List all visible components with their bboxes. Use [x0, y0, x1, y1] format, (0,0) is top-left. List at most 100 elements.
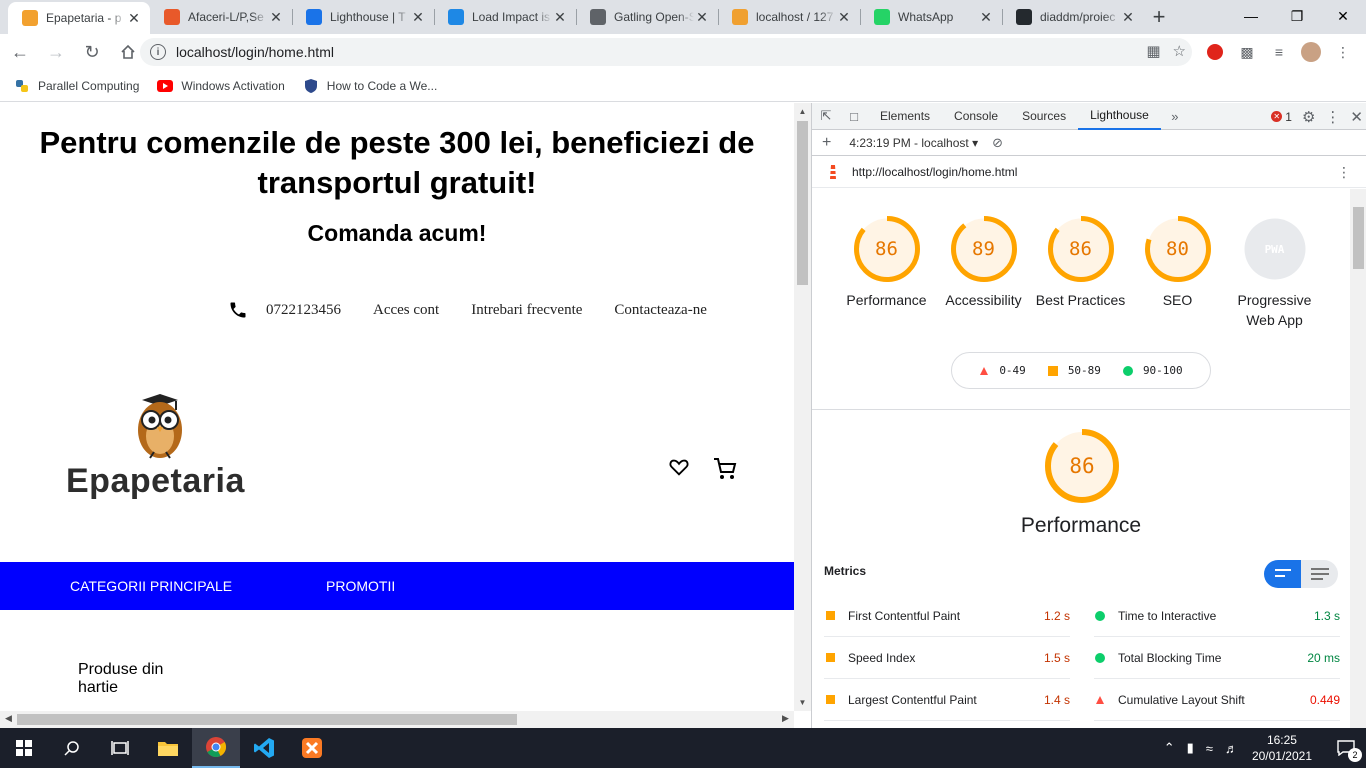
- compact-view-icon[interactable]: [1264, 560, 1301, 588]
- page-vertical-scrollbar[interactable]: ▲ ▼: [794, 103, 811, 711]
- back-button[interactable]: ←: [4, 36, 36, 68]
- section-divider: [812, 409, 1350, 410]
- phone-number: 0722123456: [266, 301, 341, 318]
- media-queue-icon[interactable]: ≡: [1268, 41, 1290, 63]
- page-scroll-thumb[interactable]: [797, 121, 808, 285]
- new-report-plus-icon[interactable]: +: [822, 134, 831, 152]
- devtools-scrollbar[interactable]: [1350, 189, 1366, 728]
- browser-tab[interactable]: diaddm/proiec ✕: [1002, 0, 1144, 34]
- devtools-menu-kebab-icon[interactable]: ⋮: [1325, 108, 1340, 126]
- profile-avatar[interactable]: [1300, 41, 1322, 63]
- forward-button[interactable]: →: [40, 36, 72, 68]
- tab-close-icon[interactable]: ✕: [126, 10, 142, 27]
- category-main-link[interactable]: CATEGORII PRINCIPALE: [70, 578, 232, 594]
- tab-close-icon[interactable]: ✕: [978, 9, 994, 26]
- devtools-tab-sources[interactable]: Sources: [1010, 103, 1078, 130]
- nav-contact-link[interactable]: Contacteaza-ne: [614, 302, 706, 319]
- devtools-scroll-thumb[interactable]: [1353, 207, 1364, 269]
- site-logo[interactable]: Epapetaria: [66, 390, 256, 500]
- devtools-tabbar: ⇱ □ Elements Console Sources Lighthouse …: [812, 103, 1366, 130]
- adblock-icon[interactable]: [1204, 41, 1226, 63]
- tab-close-icon[interactable]: ✕: [410, 9, 426, 26]
- minimize-button[interactable]: —: [1228, 0, 1274, 32]
- scroll-down-arrow[interactable]: ▼: [794, 698, 811, 707]
- reload-button[interactable]: ↻: [76, 36, 108, 68]
- report-selector[interactable]: 4:23:19 PM - localhost ▾: [849, 136, 978, 150]
- browser-tab[interactable]: Lighthouse | T ✕: [292, 0, 434, 34]
- category-promo-link[interactable]: PROMOTII: [326, 578, 395, 594]
- battery-icon[interactable]: ▮: [1187, 740, 1194, 756]
- nav-account-link[interactable]: Acces cont: [373, 302, 439, 319]
- more-tabs-icon[interactable]: »: [1161, 103, 1189, 130]
- tab-close-icon[interactable]: ✕: [552, 9, 568, 26]
- tab-close-icon[interactable]: ✕: [268, 9, 284, 26]
- browser-tab[interactable]: localhost / 127 ✕: [718, 0, 860, 34]
- restore-button[interactable]: ❐: [1274, 0, 1320, 32]
- bookmark-how-to-code[interactable]: How to Code a We...: [303, 78, 437, 94]
- report-menu-kebab-icon[interactable]: ⋮: [1337, 164, 1351, 181]
- browser-tab[interactable]: Load Impact is ✕: [434, 0, 576, 34]
- devtools-tab-lighthouse[interactable]: Lighthouse: [1078, 103, 1161, 130]
- devtools-tab-console[interactable]: Console: [942, 103, 1010, 130]
- bookmark-windows-activation[interactable]: Windows Activation: [157, 78, 285, 94]
- cart-icon[interactable]: [712, 456, 738, 482]
- vscode-taskbar-button[interactable]: [240, 728, 288, 768]
- bookmark-star-icon[interactable]: ☆: [1173, 42, 1186, 60]
- device-toolbar-icon[interactable]: □: [840, 103, 868, 130]
- xampp-taskbar-button[interactable]: [288, 728, 336, 768]
- score-gauge[interactable]: PWA Progressive Web App: [1226, 189, 1323, 330]
- new-tab-button[interactable]: +: [1144, 0, 1174, 34]
- notifications-button[interactable]: 2: [1326, 728, 1366, 768]
- address-bar[interactable]: i localhost/login/home.html ▦ ☆: [140, 38, 1192, 66]
- scroll-left-arrow[interactable]: ◀: [5, 713, 12, 724]
- score-gauge[interactable]: 89 Accessibility: [935, 189, 1032, 330]
- start-button[interactable]: [0, 728, 48, 768]
- metrics-view-toggle[interactable]: [1264, 560, 1338, 588]
- file-explorer-button[interactable]: [144, 728, 192, 768]
- extensions-puzzle-icon[interactable]: ▩: [1236, 41, 1258, 63]
- browser-tab[interactable]: Afaceri-L/P,Se ✕: [150, 0, 292, 34]
- search-button[interactable]: [48, 728, 96, 768]
- menu-kebab-icon[interactable]: ⋮: [1332, 41, 1354, 63]
- site-info-icon[interactable]: i: [150, 44, 166, 60]
- volume-icon[interactable]: ♬: [1225, 741, 1238, 756]
- youtube-icon: [157, 78, 174, 94]
- browser-tab[interactable]: Gatling Open-S ✕: [576, 0, 718, 34]
- performance-score: 86: [1069, 454, 1095, 478]
- system-clock[interactable]: 16:25 20/01/2021: [1252, 732, 1312, 764]
- browser-tab[interactable]: Epapetaria - p ✕: [8, 2, 150, 34]
- close-window-button[interactable]: ✕: [1320, 0, 1366, 32]
- page-horizontal-scrollbar[interactable]: ◀ ▶: [0, 711, 794, 728]
- clear-reports-icon[interactable]: ⊘: [992, 135, 1003, 151]
- devtools-settings-gear-icon[interactable]: ⚙: [1302, 108, 1315, 126]
- error-count-badge[interactable]: ✕ 1: [1271, 110, 1292, 124]
- bookmark-parallel-computing[interactable]: Parallel Computing: [14, 78, 139, 94]
- devtools-close-icon[interactable]: ✕: [1350, 108, 1363, 126]
- devtools-tab-elements[interactable]: Elements: [868, 103, 942, 130]
- score-gauge[interactable]: 80 SEO: [1129, 189, 1226, 330]
- wishlist-heart-icon[interactable]: [668, 456, 690, 478]
- expanded-view-icon[interactable]: [1301, 560, 1338, 588]
- score-gauge[interactable]: 86 Best Practices: [1032, 189, 1129, 330]
- nav-faq-link[interactable]: Intrebari frecvente: [471, 302, 582, 319]
- metric-row: Time to Interactive 1.3 s: [1094, 595, 1340, 637]
- side-category-link[interactable]: Produse din hartie: [78, 661, 188, 697]
- scroll-up-arrow[interactable]: ▲: [794, 107, 811, 116]
- score-gauge[interactable]: 86 Performance: [838, 189, 935, 330]
- wifi-icon[interactable]: ≈: [1206, 741, 1213, 756]
- metric-value: 1.5 s: [1043, 650, 1070, 665]
- chrome-taskbar-button[interactable]: [192, 728, 240, 768]
- gauge-ring: 86: [1047, 216, 1114, 282]
- tab-close-icon[interactable]: ✕: [836, 9, 852, 26]
- promo-banner-subtitle[interactable]: Comanda acum!: [0, 220, 794, 247]
- report-url[interactable]: http://localhost/login/home.html: [852, 165, 1017, 179]
- scroll-right-arrow[interactable]: ▶: [782, 713, 789, 724]
- task-view-button[interactable]: [96, 728, 144, 768]
- tab-close-icon[interactable]: ✕: [1120, 9, 1136, 26]
- browser-tab[interactable]: WhatsApp ✕: [860, 0, 1002, 34]
- translate-icon[interactable]: ▦: [1146, 42, 1160, 60]
- tab-close-icon[interactable]: ✕: [694, 9, 710, 26]
- inspect-element-icon[interactable]: ⇱: [812, 103, 840, 130]
- show-hidden-icons-chevron[interactable]: ⌃: [1164, 740, 1175, 756]
- page-hscroll-thumb[interactable]: [17, 714, 517, 725]
